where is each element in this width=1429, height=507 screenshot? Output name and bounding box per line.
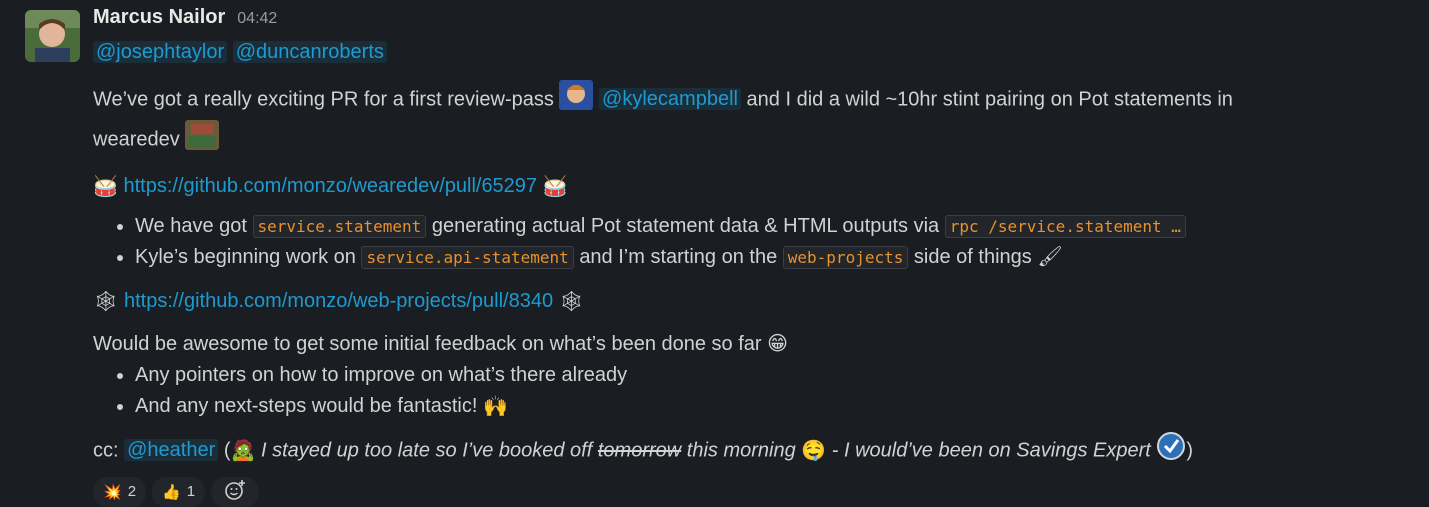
pr-link-web-projects[interactable]: https://github.com/monzo/web-projects/pu… [124, 290, 553, 312]
list-item: And any next-steps would be fantastic! 🙌 [135, 391, 1419, 422]
code-rpc-service-statement: rpc /service.statement … [944, 214, 1186, 238]
mention-duncanroberts[interactable]: @duncanroberts [232, 41, 387, 63]
message: Marcus Nailor 04:42 @josephtaylor @dunca… [0, 0, 1429, 507]
drooling-face-icon: 🤤 [801, 439, 827, 462]
link-row-1: 🥁 https://github.com/monzo/wearedev/pull… [93, 170, 1419, 203]
pr-link-wearedev[interactable]: https://github.com/monzo/wearedev/pull/6… [123, 175, 537, 197]
avatar[interactable] [25, 10, 80, 62]
bullet-list-2: Any pointers on how to improve on what’s… [93, 360, 1419, 422]
paragraph-intro: We’ve got a really exciting PR for a fir… [93, 80, 1419, 160]
grinning-face-icon: 😁 [767, 333, 788, 356]
list-item: Any pointers on how to improve on what’s… [135, 360, 1419, 391]
bullet-list-1: We have got service.statement generating… [93, 211, 1419, 273]
wearedev-emoji-icon [185, 120, 220, 160]
code-web-projects: web-projects [782, 245, 909, 269]
code-service-api-statement: service.api-statement [361, 245, 574, 269]
pencil-cup-icon: 🖌 [1037, 245, 1063, 268]
mention-josephtaylor[interactable]: @josephtaylor [93, 41, 228, 63]
savings-expert-icon [1156, 431, 1186, 471]
code-service-statement: service.statement [252, 214, 427, 238]
cc-line: cc: @heather (🧟 I stayed up too late so … [93, 431, 1419, 471]
reaction-count: 1 [186, 483, 196, 501]
paragraph-feedback: Would be awesome to get some initial fee… [93, 328, 1419, 361]
list-item: Kyle’s beginning work on service.api-sta… [135, 242, 1419, 273]
message-body: Marcus Nailor 04:42 @josephtaylor @dunca… [93, 6, 1419, 507]
drum-icon: 🥁 [542, 175, 568, 198]
link-row-2: 🕸 https://github.com/monzo/web-projects/… [93, 285, 1419, 318]
kyle-avatar-emoji-icon [559, 80, 594, 120]
add-reaction-button[interactable] [211, 476, 260, 507]
timestamp[interactable]: 04:42 [237, 10, 277, 28]
reactions-bar: 💥 2 👍 1 [93, 476, 1419, 507]
spider-web-icon: 🕸 [558, 290, 585, 313]
add-emoji-icon [224, 479, 246, 505]
spider-web-icon: 🕸 [93, 290, 119, 313]
drum-icon: 🥁 [93, 175, 118, 198]
raised-hands-icon: 🙌 [482, 395, 508, 418]
author-name[interactable]: Marcus Nailor [93, 6, 225, 29]
collision-icon: 💥 [103, 483, 122, 501]
list-item: We have got service.statement generating… [135, 211, 1419, 242]
mention-heather[interactable]: @heather [124, 438, 219, 461]
reaction-thumbs-up[interactable]: 👍 1 [152, 476, 206, 507]
sleepy-icon: 🧟 [230, 439, 256, 462]
mention-kylecampbell[interactable]: @kylecampbell [599, 88, 741, 111]
reaction-count: 2 [127, 483, 137, 501]
reaction-collision[interactable]: 💥 2 [93, 476, 147, 507]
thumbs-up-icon: 👍 [162, 483, 181, 501]
